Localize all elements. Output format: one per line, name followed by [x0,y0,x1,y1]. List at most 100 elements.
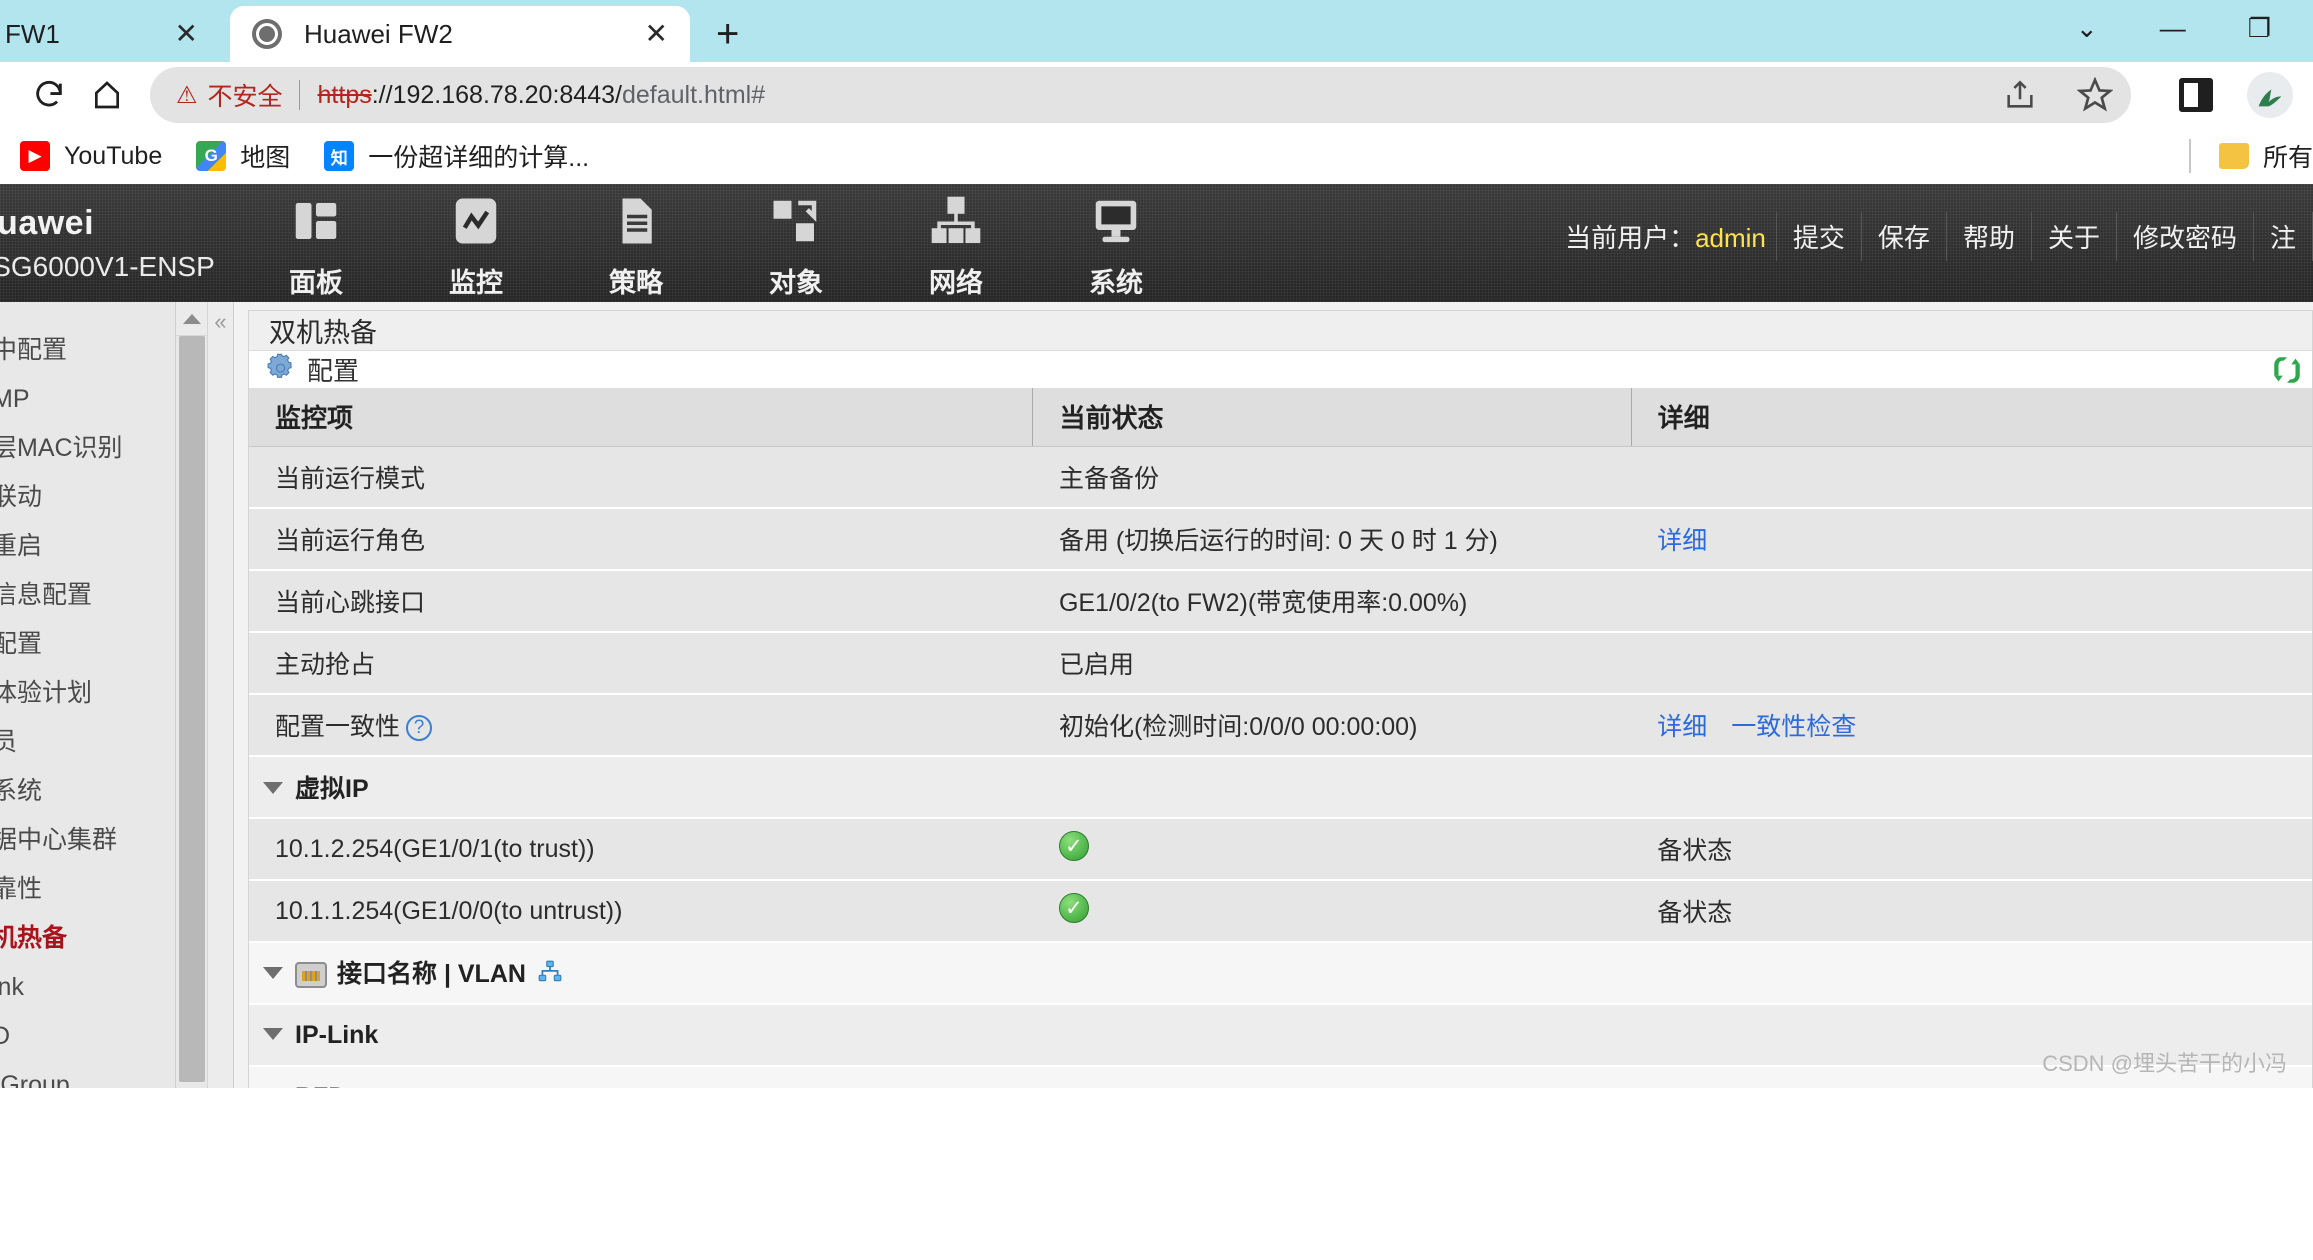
tab-strip: i FW1 ✕ Huawei FW2 ✕ + ⌄ — ❐ [0,0,2313,62]
header-link-change-password[interactable]: 修改密码 [2117,212,2254,261]
green-check-icon [1059,893,1089,923]
sidebar-item-6[interactable]: 配置 [0,620,175,669]
help-icon[interactable]: ? [406,715,432,741]
header-link-logout[interactable]: 注 [2254,212,2313,261]
bookmarks-overflow[interactable]: 所有 [2189,138,2313,174]
sidebar-item-5[interactable]: 信息配置 [0,571,175,620]
consistency-check-link[interactable]: 一致性检查 [1731,713,1856,741]
sidebar-scrollbar[interactable] [176,302,208,1088]
sidebar-item-7[interactable]: 体验计划 [0,669,175,718]
brand-name: Huawei [0,204,252,243]
header-links: 提交 保存 帮助 关于 修改密码 注 [1776,212,2313,261]
scroll-up-arrow-icon[interactable] [176,302,207,336]
table-row: 当前心跳接口 GE1/0/2(to FW2)(带宽使用率:0.00%) [249,570,2312,632]
profile-avatar[interactable] [2247,72,2293,118]
sidebar-menu: 中配置 MP 层MAC识别 联动 重启 信息配置 配置 体验计划 员 系统 据中… [0,302,176,1088]
table-body: 当前运行模式 主备备份 当前运行角色 备用 (切换后运行的时间: 0 天 0 时… [249,446,2312,1088]
table-row: 主动抢占 已启用 [249,632,2312,694]
row-status [1033,880,1631,942]
browser-tab-2[interactable]: Huawei FW2 ✕ [230,6,690,62]
row-detail: 详细一致性检查 [1631,694,2312,756]
bookmark-zhihu[interactable]: 知 一份超详细的计算... [324,138,589,174]
scrollbar-thumb[interactable] [179,336,205,1082]
bookmark-star-icon[interactable] [2077,77,2113,113]
chevron-down-icon[interactable] [263,782,283,794]
sidebar-item-2[interactable]: 层MAC识别 [0,424,175,473]
row-detail: 备状态 [1631,818,2312,880]
group-cell: 虚拟IP [249,756,2312,818]
object-icon [769,191,823,251]
sidebar-item-ha-hot-standby[interactable]: 机热备 [0,914,175,963]
sidebar-item-3[interactable]: 联动 [0,473,175,522]
row-item: 当前心跳接口 [249,570,1033,632]
reload-icon[interactable] [20,66,78,124]
table-row: 当前运行模式 主备备份 [249,446,2312,508]
row-detail [1631,570,2312,632]
new-tab-button[interactable]: + [716,14,739,54]
header-link-help[interactable]: 帮助 [1947,212,2032,261]
nav-item-system[interactable]: 系统 [1064,187,1168,300]
sidebar-item-0[interactable]: 中配置 [0,326,175,375]
row-status [1033,818,1631,880]
nav-item-policy[interactable]: 策略 [584,187,688,300]
table-group-row-virtual-ip[interactable]: 虚拟IP [249,756,2312,818]
share-icon[interactable] [2003,78,2037,112]
sidebar-item-1[interactable]: MP [0,375,175,424]
nav-item-monitor[interactable]: 监控 [424,187,528,300]
bookmark-youtube[interactable]: ▶ YouTube [20,141,162,171]
brand-model: USG6000V1-ENSP [0,251,252,283]
configure-button[interactable]: 配置 [265,351,359,388]
table-group-row-bfd[interactable]: BFD [249,1066,2312,1088]
security-status-label[interactable]: 不安全 [208,77,283,113]
group-label: IP-Link [295,1021,378,1049]
header-link-save[interactable]: 保存 [1862,212,1947,261]
nav-item-panel[interactable]: 面板 [264,187,368,300]
nav-label: 监控 [449,261,503,300]
nav-item-object[interactable]: 对象 [744,187,848,300]
omnibox[interactable]: ⚠ 不安全 https://192.168.78.20:8443/default… [150,67,2131,123]
header-link-submit[interactable]: 提交 [1776,212,1862,261]
table-group-row-interface-vlan[interactable]: 接口名称 | VLAN [249,942,2312,1004]
detail-link[interactable]: 详细 [1657,713,1707,741]
green-check-icon [1059,831,1089,861]
tab-search-chevron-down-icon[interactable]: ⌄ [2076,15,2098,41]
table-row: 当前运行角色 备用 (切换后运行的时间: 0 天 0 时 1 分) 详细 [249,508,2312,570]
bookmark-maps[interactable]: G 地图 [196,138,290,174]
chevron-down-icon[interactable] [263,1028,283,1040]
network-tree-icon [536,959,564,992]
header-link-about[interactable]: 关于 [2032,212,2117,261]
tab-close-icon[interactable]: ✕ [175,20,198,48]
app-body: 中配置 MP 层MAC识别 联动 重启 信息配置 配置 体验计划 员 系统 据中… [0,302,2313,1088]
minimize-button[interactable]: — [2160,15,2186,41]
collapse-sidebar-icon[interactable]: « [208,306,233,338]
url-host: ://192.168.78.20:8443/ [372,81,622,109]
side-panel-icon[interactable] [2179,78,2213,112]
sidebar-item-15[interactable]: -Group [0,1061,175,1088]
home-icon[interactable] [78,66,136,124]
detail-link[interactable]: 详细 [1657,527,1707,555]
sidebar-item-11[interactable]: 靠性 [0,865,175,914]
bookmark-label: 一份超详细的计算... [368,138,589,174]
group-label: BFD [295,1083,346,1089]
sidebar-item-13[interactable]: ink [0,963,175,1012]
sidebar-item-14[interactable]: D [0,1012,175,1061]
brand-logo: Huawei USG6000V1-ENSP [0,204,252,283]
column-header-status: 当前状态 [1033,388,1631,446]
monitor-chart-icon [449,191,503,251]
tab-title: i FW1 [0,19,149,50]
url-path: default.html# [622,81,765,109]
sidebar-item-8[interactable]: 员 [0,718,175,767]
restore-window-button[interactable]: ❐ [2248,15,2271,41]
group-label: 虚拟IP [295,775,369,803]
tab-close-icon[interactable]: ✕ [645,20,668,48]
browser-tab-1[interactable]: i FW1 ✕ [0,6,220,62]
policy-document-icon [609,191,663,251]
refresh-sync-icon[interactable] [2270,353,2304,387]
sidebar-item-9[interactable]: 系统 [0,767,175,816]
watermark: CSDN @埋头苦干的小冯 [2042,1046,2287,1078]
sidebar-item-10[interactable]: 据中心集群 [0,816,175,865]
chevron-down-icon[interactable] [263,967,283,979]
nav-item-network[interactable]: 网络 [904,187,1008,300]
sidebar-item-4[interactable]: 重启 [0,522,175,571]
table-group-row-ip-link[interactable]: IP-Link [249,1004,2312,1066]
